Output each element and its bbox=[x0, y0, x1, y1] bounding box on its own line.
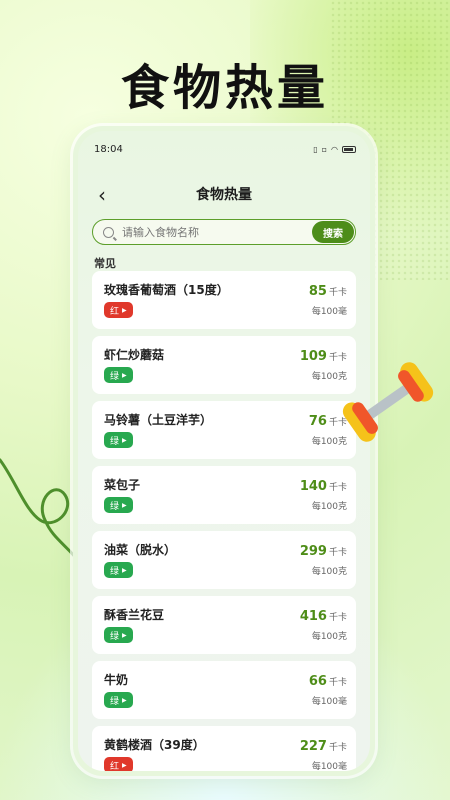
play-icon: ▶ bbox=[122, 761, 127, 769]
food-list-item[interactable]: 马铃薯（土豆洋芋） 绿 ▶ 76 千卡 每100克 bbox=[92, 401, 356, 459]
rating-badge: 红 ▶ bbox=[104, 302, 133, 318]
food-list-item[interactable]: 酥香兰花豆 绿 ▶ 416 千卡 每100克 bbox=[92, 596, 356, 654]
food-name: 马铃薯（土豆洋芋） bbox=[104, 413, 213, 427]
vibrate-icon: ▯ bbox=[313, 144, 318, 154]
rating-badge: 绿 ▶ bbox=[104, 432, 133, 448]
calorie-number: 140 bbox=[299, 479, 327, 494]
calorie-number: 66 bbox=[308, 674, 327, 689]
calorie-unit: 千卡 bbox=[328, 288, 347, 298]
play-icon: ▶ bbox=[122, 566, 127, 574]
rating-badge-label: 红 bbox=[110, 761, 120, 772]
search-input[interactable] bbox=[122, 225, 312, 239]
serving-unit: 每100毫 bbox=[311, 697, 347, 707]
calorie-value: 299 千卡 bbox=[300, 544, 347, 559]
food-list-item[interactable]: 油菜（脱水） 绿 ▶ 299 千卡 每100克 bbox=[92, 531, 356, 589]
phone-mockup: 18:04 ▯ ▫ ◠ ‹ 食物热量 搜索 常见 玫瑰香葡萄酒（15度） 红▶ … bbox=[73, 126, 375, 776]
calorie-unit: 千卡 bbox=[328, 743, 347, 753]
food-list-item[interactable]: 黄鹤楼酒（39度） 红 ▶ 227 千卡 每100毫 bbox=[92, 726, 356, 771]
calorie-value: 66 千卡 bbox=[309, 674, 347, 689]
food-name: 虾仁炒蘑菇 bbox=[104, 348, 165, 362]
calorie-unit: 千卡 bbox=[328, 483, 347, 493]
back-arrow-icon[interactable]: ‹ bbox=[98, 183, 106, 207]
section-label-common: 常见 bbox=[94, 257, 116, 270]
status-bar: 18:04 ▯ ▫ ◠ bbox=[78, 139, 370, 159]
rating-badge: 绿 ▶ bbox=[104, 497, 133, 513]
serving-unit: 每100克 bbox=[311, 632, 347, 642]
calorie-value: 85 千卡 bbox=[309, 284, 347, 299]
rating-badge-label: 绿 bbox=[110, 566, 120, 577]
sim-icon: ▫ bbox=[321, 144, 328, 154]
play-icon: ▶ bbox=[122, 306, 127, 314]
nav-bar: ‹ 食物热量 bbox=[78, 181, 370, 207]
rating-badge-label: 绿 bbox=[110, 696, 120, 707]
calorie-value: 140 千卡 bbox=[300, 479, 347, 494]
rating-badge: 绿 ▶ bbox=[104, 562, 133, 578]
search-bar: 搜索 bbox=[92, 219, 356, 245]
promo-headline: 食物热量 bbox=[120, 60, 329, 116]
status-time: 18:04 bbox=[94, 143, 123, 155]
calorie-number: 416 bbox=[299, 609, 327, 624]
serving-unit: 每100克 bbox=[311, 502, 347, 512]
food-list-item[interactable]: 菜包子 绿 ▶ 140 千卡 每100克 bbox=[92, 466, 356, 524]
search-icon bbox=[103, 226, 114, 238]
rating-badge: 绿 ▶ bbox=[104, 627, 133, 643]
food-list-item[interactable]: 玫瑰香葡萄酒（15度） 红 ▶ 85 千卡 每100毫 bbox=[92, 271, 356, 329]
food-name: 油菜（脱水） bbox=[104, 543, 177, 557]
food-list-item[interactable]: 牛奶 绿 ▶ 66 千卡 每100毫 bbox=[92, 661, 356, 719]
play-icon: ▶ bbox=[122, 696, 127, 704]
battery-icon bbox=[342, 145, 356, 153]
calorie-unit: 千卡 bbox=[328, 613, 347, 623]
calorie-number: 76 bbox=[308, 414, 327, 429]
food-name: 牛奶 bbox=[104, 673, 129, 687]
calorie-number: 109 bbox=[299, 349, 327, 364]
calorie-number: 299 bbox=[299, 544, 327, 559]
rating-badge-label: 绿 bbox=[110, 436, 120, 447]
serving-unit: 每100克 bbox=[311, 567, 347, 577]
food-list: 玫瑰香葡萄酒（15度） 红 ▶ 85 千卡 每100毫 虾仁炒蘑菇 绿 ▶ 109 千卡… bbox=[92, 271, 356, 771]
calorie-number: 85 bbox=[308, 284, 327, 299]
serving-unit: 每100毫 bbox=[311, 762, 347, 771]
play-icon: ▶ bbox=[122, 371, 127, 379]
play-icon: ▶ bbox=[122, 436, 127, 444]
rating-badge-label: 绿 bbox=[110, 501, 120, 512]
rating-badge-label: 红 bbox=[110, 306, 120, 317]
food-name: 菜包子 bbox=[104, 478, 141, 492]
play-icon: ▶ bbox=[122, 631, 127, 639]
food-name: 酥香兰花豆 bbox=[104, 608, 165, 622]
search-button[interactable]: 搜索 bbox=[312, 221, 354, 243]
calorie-unit: 千卡 bbox=[328, 678, 347, 688]
calorie-value: 227 千卡 bbox=[300, 739, 347, 754]
serving-unit: 每100毫 bbox=[311, 307, 347, 317]
food-name: 黄鹤楼酒（39度） bbox=[104, 738, 205, 752]
app-screen: 18:04 ▯ ▫ ◠ ‹ 食物热量 搜索 常见 玫瑰香葡萄酒（15度） 红▶ … bbox=[78, 131, 370, 771]
rating-badge-label: 绿 bbox=[110, 371, 120, 382]
rating-badge: 红 ▶ bbox=[104, 757, 133, 771]
calorie-unit: 千卡 bbox=[328, 548, 347, 558]
wifi-icon: ◠ bbox=[331, 144, 338, 154]
food-list-item[interactable]: 虾仁炒蘑菇 绿 ▶ 109 千卡 每100克 bbox=[92, 336, 356, 394]
rating-badge: 绿 ▶ bbox=[104, 367, 133, 383]
dumbbell-decoration bbox=[342, 362, 434, 442]
calorie-value: 416 千卡 bbox=[300, 609, 347, 624]
status-icons: ▯ ▫ ◠ bbox=[313, 145, 356, 154]
rating-badge-label: 绿 bbox=[110, 631, 120, 642]
food-name: 玫瑰香葡萄酒（15度） bbox=[104, 283, 229, 297]
page-title: 食物热量 bbox=[196, 187, 252, 203]
rating-badge: 绿 ▶ bbox=[104, 692, 133, 708]
calorie-number: 227 bbox=[299, 739, 327, 754]
play-icon: ▶ bbox=[122, 501, 127, 509]
